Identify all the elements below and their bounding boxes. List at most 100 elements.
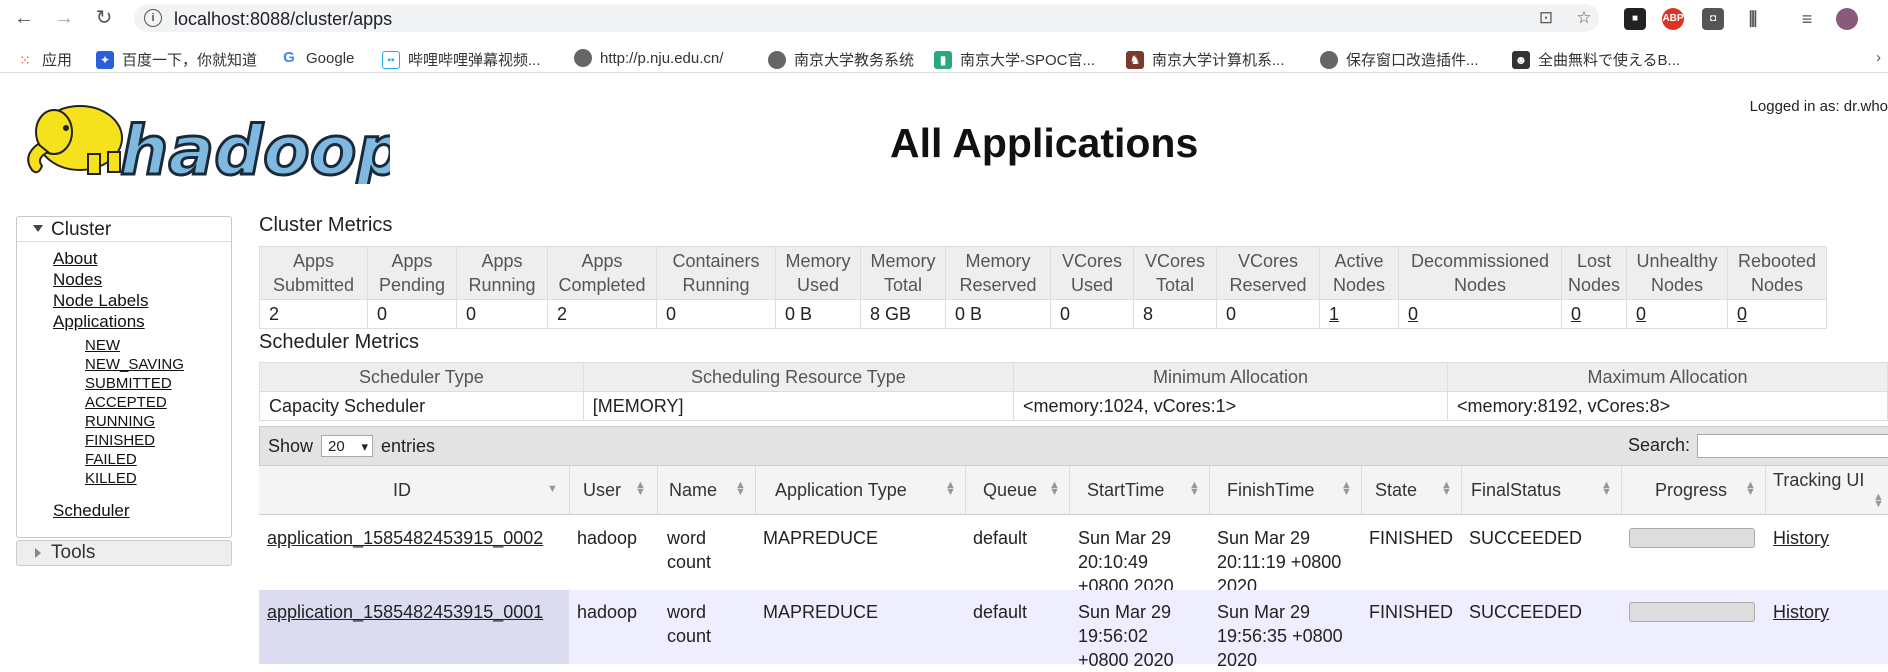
bookmark-google[interactable]: G Google [280,49,354,67]
th-application-type[interactable]: Application Type ▲ ▼ [755,466,966,514]
th-user[interactable]: User ▲ ▼ [569,466,658,514]
globe-icon [1320,50,1338,69]
bookmark-baidu[interactable]: ✦ 百度一下，你就知道 [96,49,257,70]
nav-state-failed[interactable]: FAILED [85,451,137,468]
extension-dark-icon[interactable]: ■ [1624,8,1646,30]
reload-icon[interactable]: ↻ [92,6,116,30]
book-icon: ▮ [934,50,952,69]
th-progress[interactable]: Progress ▲ ▼ [1621,466,1766,514]
media-queue-icon[interactable]: ≡ [1796,8,1818,30]
apps-table-header: ID ▼ User ▲ ▼ Name ▲ ▼ Application Type ▲ ▼… [259,466,1888,515]
col-apps-completed: Apps Completed [547,246,657,300]
site-icon: ♞ [1126,50,1144,69]
baidu-paw-icon: ✦ [96,50,114,69]
app-id-link[interactable]: application_1585482453915_0001 [267,600,543,624]
app-id-link[interactable]: application_1585482453915_0002 [267,526,543,550]
extension-bars-icon[interactable]: ⫼ [1742,8,1764,30]
forward-icon[interactable]: → [52,6,76,30]
metric-unhealthy-nodes-link[interactable]: 0 [1626,299,1729,329]
metric-apps-completed: 2 [547,299,657,329]
th-name[interactable]: Name ▲ ▼ [657,466,756,514]
translate-icon[interactable]: ⊡ [1536,8,1556,28]
bookmark-plugin[interactable]: 保存窗口改造插件... [1320,49,1479,70]
th-finalstatus[interactable]: FinalStatus ▲ ▼ [1461,466,1622,514]
col-maximum-allocation: Maximum Allocation [1447,362,1888,392]
metric-vcores-reserved: 0 [1216,299,1320,329]
nav-nodes-link[interactable]: Nodes [53,270,102,290]
metric-apps-running: 0 [456,299,548,329]
cluster-nav: Cluster About Nodes Node Labels Applicat… [16,216,232,538]
metric-active-nodes-link[interactable]: 1 [1319,299,1399,329]
metric-rebooted-nodes-link[interactable]: 0 [1727,299,1828,329]
app-progress-bar [1629,602,1755,622]
nav-applications-link[interactable]: Applications [53,312,145,332]
nav-state-new[interactable]: NEW [85,337,120,354]
bookmark-star-icon[interactable]: ☆ [1574,8,1594,28]
nav-state-submitted[interactable]: SUBMITTED [85,375,172,392]
app-queue: default [973,602,1028,622]
col-unhealthy-nodes: Unhealthy Nodes [1626,246,1729,300]
sort-both-icon: ▲ ▼ [1441,479,1452,498]
nav-state-accepted[interactable]: ACCEPTED [85,394,167,411]
app-user: hadoop [577,528,638,548]
cluster-section-header[interactable]: Cluster [17,217,231,242]
col-decommissioned-nodes: Decommissioned Nodes [1398,246,1562,300]
hadoop-logo[interactable]: hadoop [18,96,390,184]
tools-section-header[interactable]: Tools [16,540,232,566]
bookmark-music[interactable]: ☻ 全曲無料で使えるB... [1512,49,1680,70]
th-tracking-ui[interactable]: Tracking UI ▲ ▼ [1765,466,1888,514]
th-id[interactable]: ID ▼ [259,466,570,514]
col-rebooted-nodes: Rebooted Nodes [1727,246,1828,300]
scheduler-metrics-header-row: Scheduler Type Scheduling Resource Type … [259,362,1888,392]
app-state: FINISHED [1369,528,1454,548]
nav-state-finished[interactable]: FINISHED [85,432,155,449]
nav-state-running[interactable]: RUNNING [85,413,155,430]
cluster-metrics-title: Cluster Metrics [259,214,393,236]
app-tracking-history-link[interactable]: History [1773,600,1829,624]
app-tracking-history-link[interactable]: History [1773,526,1829,550]
metric-containers-running: 0 [656,299,776,329]
bilibili-icon: ▪▪ [382,50,400,69]
nav-about-link[interactable]: About [53,249,97,269]
bookmark-apps[interactable]: ⁙ 应用 [16,49,72,70]
bookmark-nju-cs[interactable]: ♞ 南京大学计算机系... [1126,49,1285,70]
expand-triangle-icon[interactable] [35,548,41,558]
bookmark-bilibili[interactable]: ▪▪ 哔哩哔哩弹幕视频... [382,49,541,70]
page-size-select[interactable]: 20 [321,435,374,458]
bookmark-nju-portal[interactable]: http://p.nju.edu.cn/ [574,49,723,67]
col-active-nodes: Active Nodes [1319,246,1399,300]
scheduler-metrics-value-row: Capacity Scheduler [MEMORY] <memory:1024… [259,391,1888,421]
app-type: MAPREDUCE [763,528,879,548]
th-queue[interactable]: Queue ▲ ▼ [965,466,1070,514]
th-finishtime[interactable]: FinishTime ▲ ▼ [1209,466,1362,514]
app-progress-bar [1629,528,1755,548]
sort-both-icon: ▲ ▼ [1745,479,1756,498]
metric-vcores-total: 8 [1133,299,1217,329]
app-finishtime: Sun Mar 29 20:11:19 +0800 2020 [1217,528,1342,596]
col-vcores-used: VCores Used [1050,246,1134,300]
nav-state-killed[interactable]: KILLED [85,470,137,487]
th-starttime[interactable]: StartTime ▲ ▼ [1069,466,1210,514]
avatar[interactable] [1836,8,1858,30]
site-info-icon[interactable]: i [144,9,162,27]
col-memory-total: Memory Total [860,246,946,300]
collapse-triangle-icon[interactable] [33,225,43,232]
url-text[interactable]: localhost:8088/cluster/apps [174,9,392,30]
extension-mask-icon[interactable]: ◘ [1702,8,1724,30]
metric-decommissioned-nodes-link[interactable]: 0 [1398,299,1562,329]
nav-scheduler-link[interactable]: Scheduler [53,501,130,521]
adblock-icon[interactable]: ABP [1662,8,1684,30]
bookmarks-overflow-icon[interactable]: › [1876,49,1881,66]
th-state[interactable]: State ▲ ▼ [1361,466,1462,514]
nav-state-new-saving[interactable]: NEW_SAVING [85,356,184,373]
address-bar[interactable]: i localhost:8088/cluster/apps ⊡ ☆ [134,4,1599,32]
col-containers-running: Containers Running [656,246,776,300]
bookmark-nju-jw[interactable]: 南京大学教务系统 [768,49,914,70]
back-icon[interactable]: ← [12,6,36,30]
metric-lost-nodes-link[interactable]: 0 [1560,299,1628,329]
bookmark-nju-spoc[interactable]: ▮ 南京大学-SPOC官... [934,49,1095,70]
search-label: Search: [1628,435,1691,455]
col-scheduler-type: Scheduler Type [259,362,584,392]
search-input[interactable] [1697,434,1888,458]
nav-node-labels-link[interactable]: Node Labels [53,291,148,311]
